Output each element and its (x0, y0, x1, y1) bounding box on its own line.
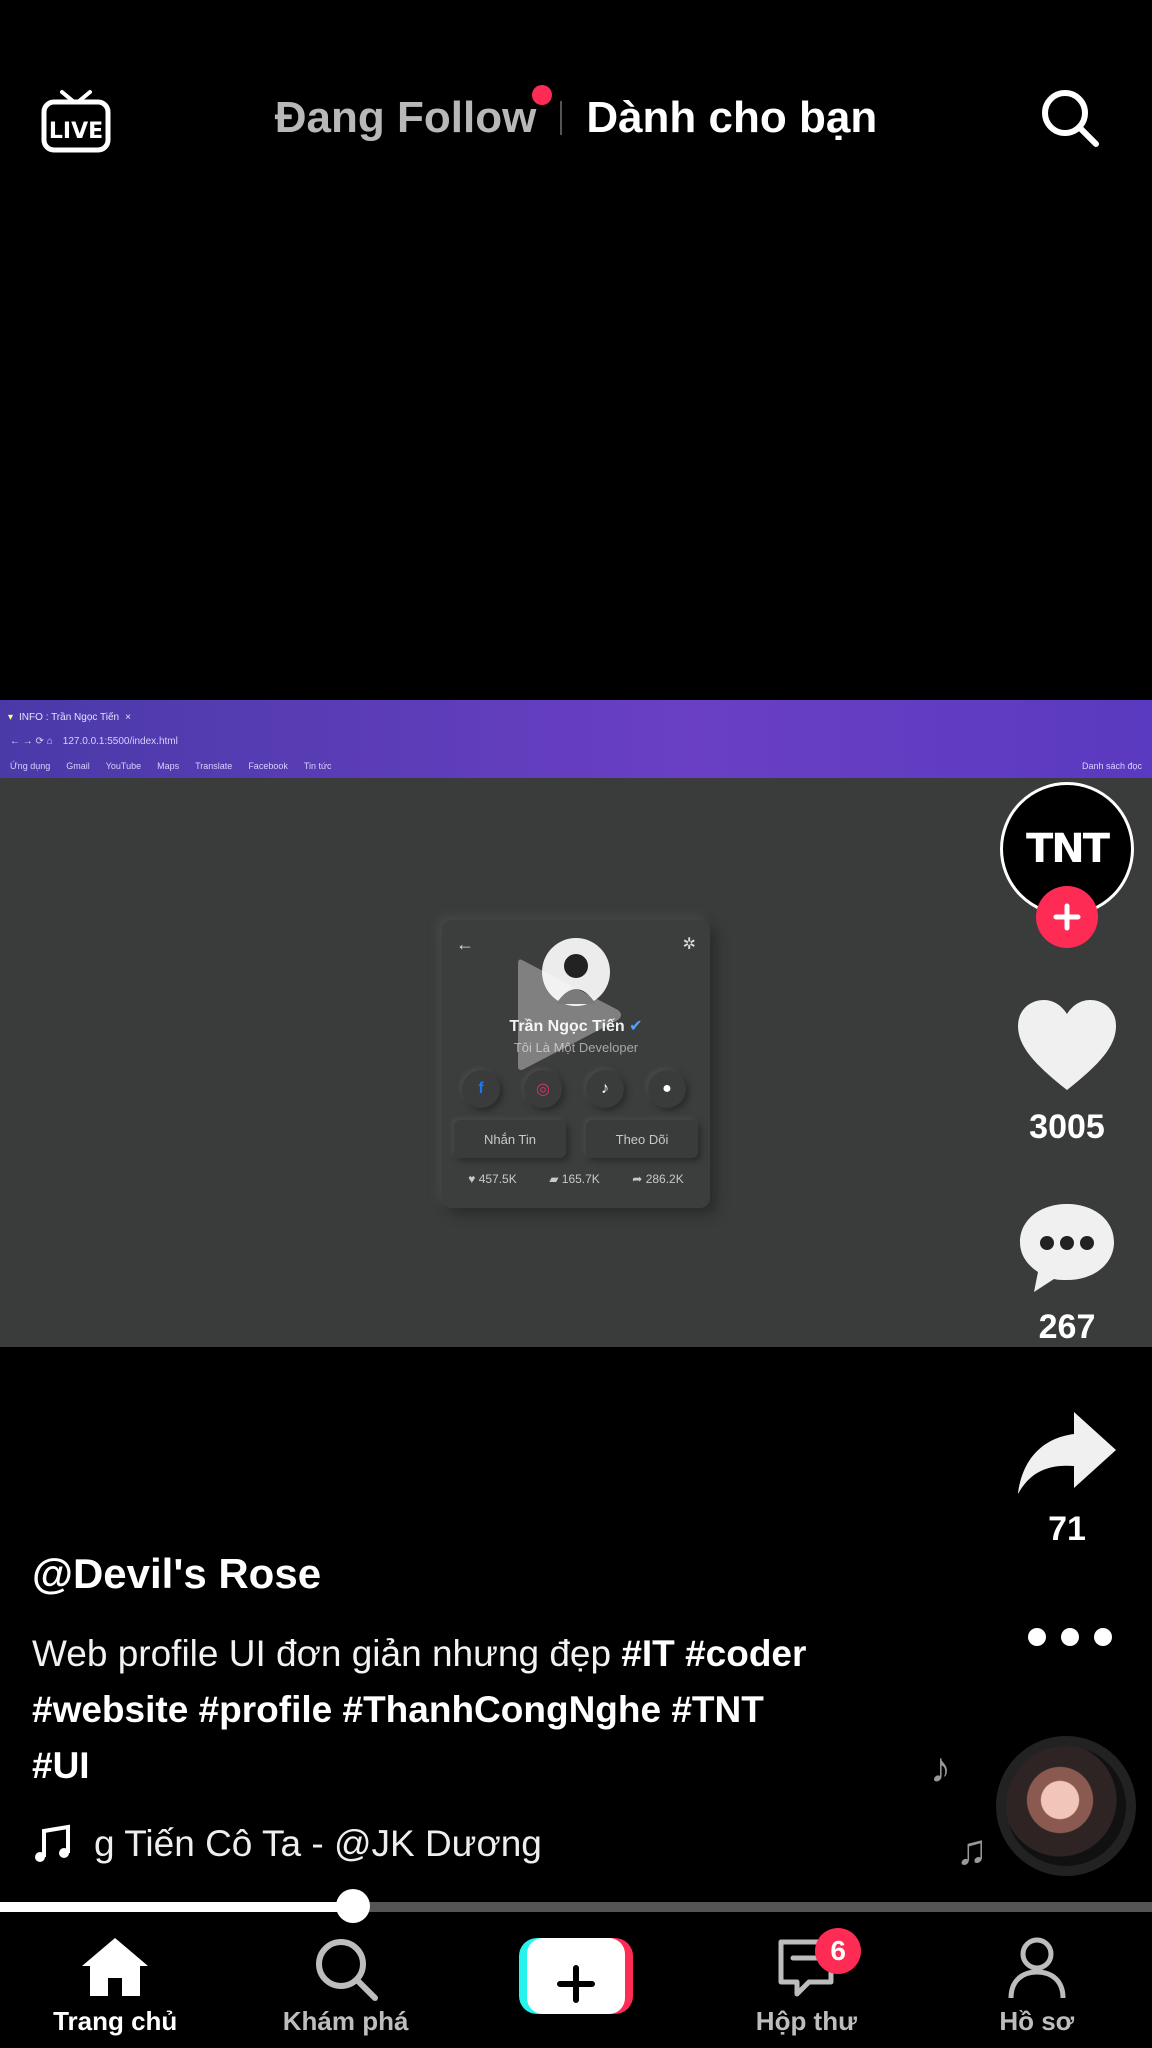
card-message-button: Nhắn Tin (454, 1120, 566, 1158)
hashtags-line1[interactable]: #IT #coder (621, 1633, 806, 1674)
bookmark: Translate (195, 761, 233, 771)
progress-knob[interactable] (335, 1889, 370, 1923)
card-shares: ➦ 286.2K (632, 1172, 684, 1186)
browser-tab-title: INFO : Trần Ngọc Tiến (19, 711, 120, 723)
github-icon: ● (648, 1070, 686, 1108)
video-player[interactable]: ▾ INFO : Trần Ngọc Tiến × ← → ⟳ ⌂ 127.0.0.1… (0, 700, 1152, 1347)
follow-plus-button[interactable] (1036, 886, 1098, 948)
tab-for-you[interactable]: Dành cho bạn (562, 93, 901, 143)
nav-profile-label: Hồ sơ (999, 2006, 1075, 2036)
facebook-icon: f (462, 1070, 500, 1108)
floating-note-icon: ♫ (956, 1826, 988, 1873)
home-icon (82, 1938, 149, 1996)
bookmark: Maps (157, 761, 180, 771)
hashtags-line3[interactable]: #UI (32, 1745, 90, 1786)
nav-inbox-label: Hộp thư (755, 2006, 857, 2036)
notification-dot (532, 85, 553, 105)
card-stats: ♥ 457.5K ▰ 165.7K ➦ 286.2K (452, 1172, 700, 1186)
browser-chrome: ▾ INFO : Trần Ngọc Tiến × ← → ⟳ ⌂ 127.0.0.1… (0, 700, 1152, 778)
card-follow-button: Theo Dõi (586, 1120, 698, 1158)
hashtags-line2[interactable]: #website #profile #ThanhCongNghe #TNT (32, 1689, 764, 1730)
bookmark: Tin tức (303, 761, 332, 771)
inbox-badge: 6 (815, 1928, 862, 1974)
username[interactable]: @Devil's Rose (32, 1550, 321, 1598)
nav-inbox[interactable]: 6 Hộp thư (691, 1920, 921, 2048)
tab-following-label: Đang Follow (274, 93, 537, 142)
nav-profile[interactable]: Hồ sơ (922, 1920, 1152, 2048)
card-comments: ▰ 165.7K (549, 1172, 600, 1186)
more-options-icon[interactable] (1028, 1622, 1112, 1652)
nav-discover[interactable]: Khám phá (230, 1920, 460, 2048)
bookmark: Facebook (248, 761, 288, 771)
tab-for-you-label: Dành cho bạn (586, 93, 878, 142)
tab-following[interactable]: Đang Follow (251, 85, 561, 143)
bookmark: Gmail (66, 761, 90, 771)
create-button[interactable] (518, 1938, 633, 2014)
theme-icon: ✲ (682, 936, 696, 953)
nav-home[interactable]: Trang chủ (0, 1920, 230, 2048)
share-count: 71 (1048, 1510, 1086, 1548)
heart-icon (1018, 1000, 1116, 1090)
floating-note-icon: ♪ (930, 1744, 951, 1791)
browser-tab: ▾ INFO : Trần Ngọc Tiến × (8, 711, 131, 723)
music-note-icon (35, 1824, 70, 1862)
progress-fill (0, 1902, 353, 1912)
back-arrow-icon: ← (456, 934, 474, 954)
browser-bookmarks: Ứng dụng Gmail YouTube Maps Translate Fa… (10, 756, 1142, 776)
comment-icon (1020, 1204, 1114, 1292)
music-title: g Tiến Cô Ta - @JK Dương (94, 1823, 542, 1864)
caption-text: Web profile UI đơn giản nhưng đẹp (32, 1633, 622, 1674)
plus-icon (556, 1965, 595, 2003)
card-likes: ♥ 457.5K (468, 1172, 517, 1186)
search-icon (315, 1939, 378, 2001)
browser-url: 127.0.0.1:5500/index.html (62, 735, 178, 747)
bookmark: Ứng dụng (10, 761, 51, 771)
like-button[interactable] (1014, 996, 1120, 1096)
comment-button[interactable] (1014, 1198, 1120, 1298)
like-count: 3005 (1029, 1108, 1105, 1146)
browser-url-bar: ← → ⟳ ⌂ 127.0.0.1:5500/index.html (10, 735, 178, 747)
music-disc[interactable] (996, 1736, 1136, 1876)
comment-count: 267 (1038, 1308, 1096, 1346)
music-row[interactable]: g Tiến Cô Ta - @JK Dương (32, 1816, 612, 1872)
bookmark: YouTube (105, 761, 142, 771)
nav-create[interactable] (461, 1920, 691, 2048)
profile-icon (1008, 1937, 1066, 1999)
bookmark-reading-list: Danh sách đọc (1081, 761, 1142, 771)
search-icon[interactable] (1038, 86, 1102, 150)
progress-bar[interactable] (0, 1902, 1152, 1912)
share-icon (1018, 1412, 1116, 1494)
nav-home-label: Trang chủ (53, 2006, 178, 2036)
nav-discover-label: Khám phá (282, 2006, 409, 2036)
play-icon[interactable] (510, 950, 630, 1080)
creator-avatar-text: TNT (1025, 826, 1110, 872)
share-button[interactable] (1014, 1406, 1120, 1506)
bottom-nav: Trang chủ Khám phá 6 Hộp thư Hồ sơ (0, 1920, 1152, 2048)
feed-tabs: Đang Follow Dành cho bạn (0, 85, 1152, 148)
video-caption[interactable]: Web profile UI đơn giản nhưng đẹp #IT #c… (32, 1626, 912, 1794)
